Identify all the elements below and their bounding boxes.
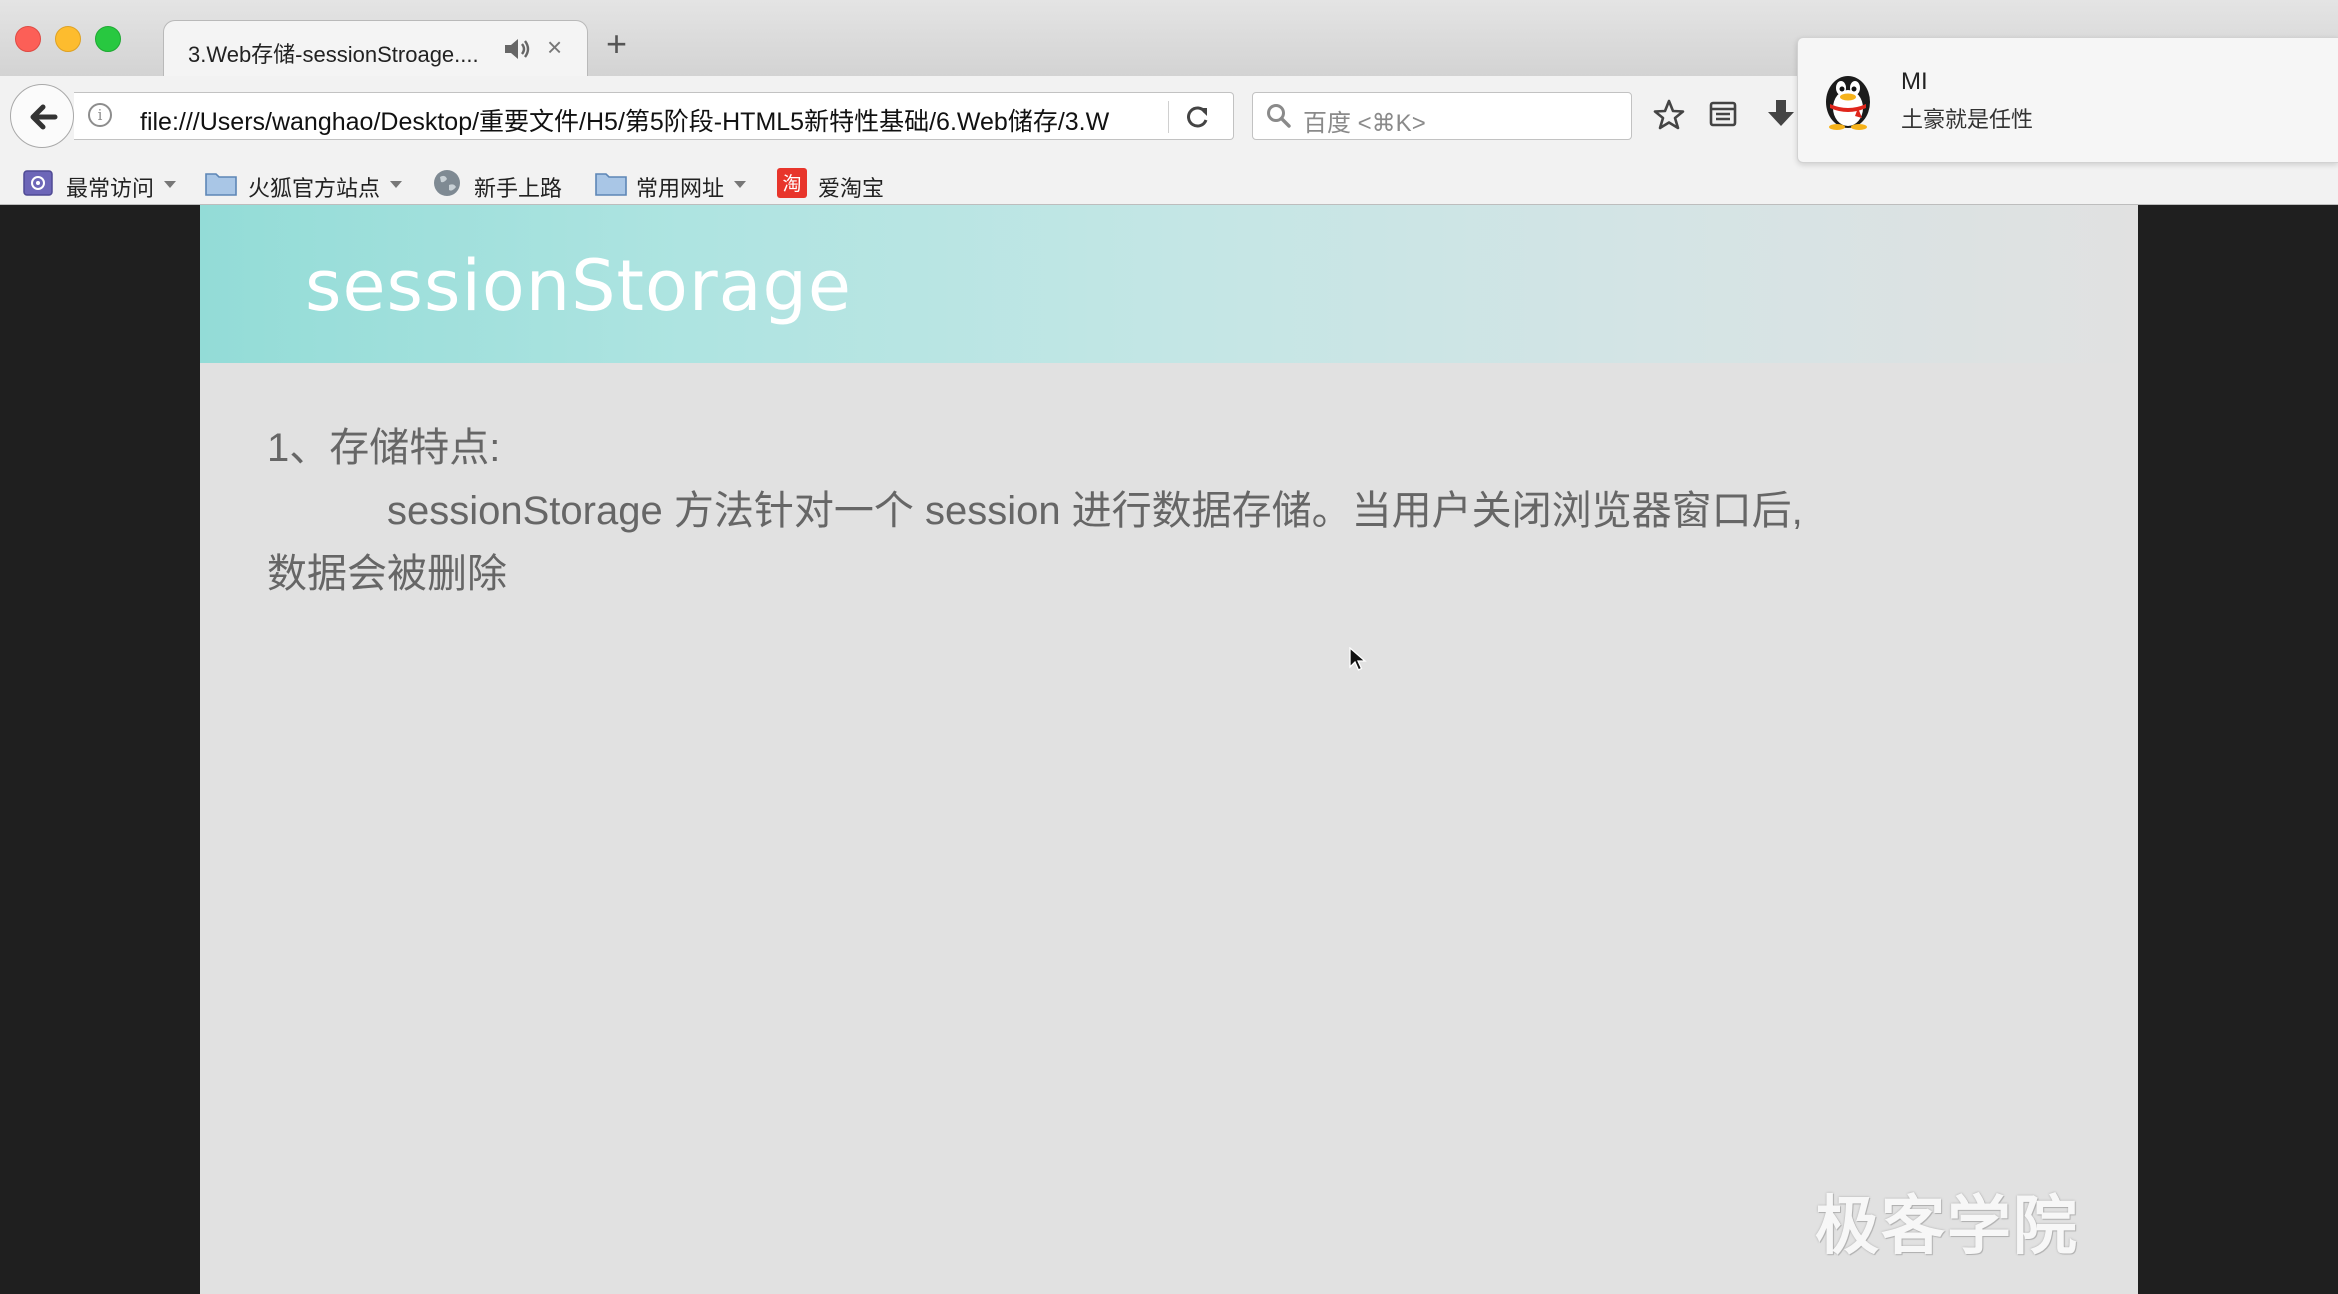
close-window-button[interactable] — [15, 26, 41, 52]
bookmark-ai-taobao[interactable]: 淘 爱淘宝 — [776, 162, 906, 204]
minimize-window-button[interactable] — [55, 26, 81, 52]
chevron-down-icon — [734, 181, 746, 188]
bookmark-star-icon[interactable] — [1652, 98, 1686, 137]
slide-header-band: sessionStorage — [200, 205, 2138, 363]
url-separator — [1168, 101, 1169, 133]
search-bar[interactable]: 百度 <⌘K> — [1252, 92, 1632, 140]
folder-icon — [594, 168, 628, 203]
url-bar[interactable]: i file:///Users/wanghao/Desktop/重要文件/H5/… — [74, 92, 1234, 140]
notification-message: 土豪就是任性 — [1901, 107, 2034, 132]
slide-body-line: 数据会被删除 — [267, 552, 507, 596]
svg-text:淘: 淘 — [782, 173, 801, 195]
search-placeholder: 百度 <⌘K> — [1303, 110, 1426, 137]
taobao-icon: 淘 — [776, 168, 808, 203]
page-content: sessionStorage 1、存储特点: sessionStorage 方法… — [0, 205, 2338, 1294]
bookmark-label: 爱淘宝 — [818, 176, 885, 201]
bookmark-label: 火狐官方站点 — [248, 176, 381, 201]
speaker-icon[interactable] — [502, 35, 532, 63]
download-icon[interactable] — [1766, 98, 1796, 135]
presentation-slide: sessionStorage 1、存储特点: sessionStorage 方法… — [200, 205, 2138, 1294]
bookmark-common-sites[interactable]: 常用网址 — [594, 162, 754, 204]
qq-penguin-icon — [1822, 68, 1874, 135]
reading-list-icon[interactable] — [1707, 98, 1739, 135]
tab-active[interactable]: 3.Web存储-sessionStroage.... × — [163, 20, 588, 76]
folder-icon — [204, 168, 238, 203]
bookmark-firefox-sites[interactable]: 火狐官方站点 — [204, 162, 404, 204]
info-icon[interactable]: i — [88, 103, 112, 127]
slide-title: sessionStorage — [305, 245, 852, 327]
mouse-cursor-icon — [1349, 646, 1367, 678]
maximize-window-button[interactable] — [95, 26, 121, 52]
back-arrow-icon — [30, 104, 58, 130]
chevron-down-icon — [390, 181, 402, 188]
browser-window: 3.Web存储-sessionStroage.... × + i file://… — [0, 0, 2338, 1294]
watermark-logo: 极客学院 — [1815, 1190, 2079, 1262]
bookmark-label: 新手上路 — [474, 176, 563, 201]
search-icon — [1265, 102, 1293, 135]
url-text[interactable]: file:///Users/wanghao/Desktop/重要文件/H5/第5… — [140, 102, 1190, 138]
bookmarks-bar: 最常访问 火狐官方站点 新手上路 常用网址 淘 爱淘宝 — [0, 162, 2338, 205]
slide-body-line: sessionStorage 方法针对一个 session 进行数据存储。当用户… — [387, 489, 1803, 533]
close-tab-icon[interactable]: × — [547, 33, 562, 61]
most-visited-icon — [22, 168, 54, 203]
slide-heading: 1、存储特点: — [267, 426, 501, 470]
globe-icon — [432, 168, 462, 203]
bookmark-label: 最常访问 — [66, 176, 155, 201]
chevron-down-icon — [164, 181, 176, 188]
back-button[interactable] — [10, 84, 74, 148]
bookmark-most-visited[interactable]: 最常访问 — [22, 162, 182, 204]
bookmark-label: 常用网址 — [636, 176, 725, 201]
notification-banner[interactable]: MI 土豪就是任性 — [1797, 37, 2338, 163]
new-tab-button[interactable]: + — [606, 26, 627, 62]
notification-sender: MI — [1901, 68, 1928, 95]
reload-icon[interactable] — [1184, 103, 1212, 131]
bookmark-getting-started[interactable]: 新手上路 — [432, 162, 582, 204]
tab-title: 3.Web存储-sessionStroage.... — [188, 42, 479, 67]
